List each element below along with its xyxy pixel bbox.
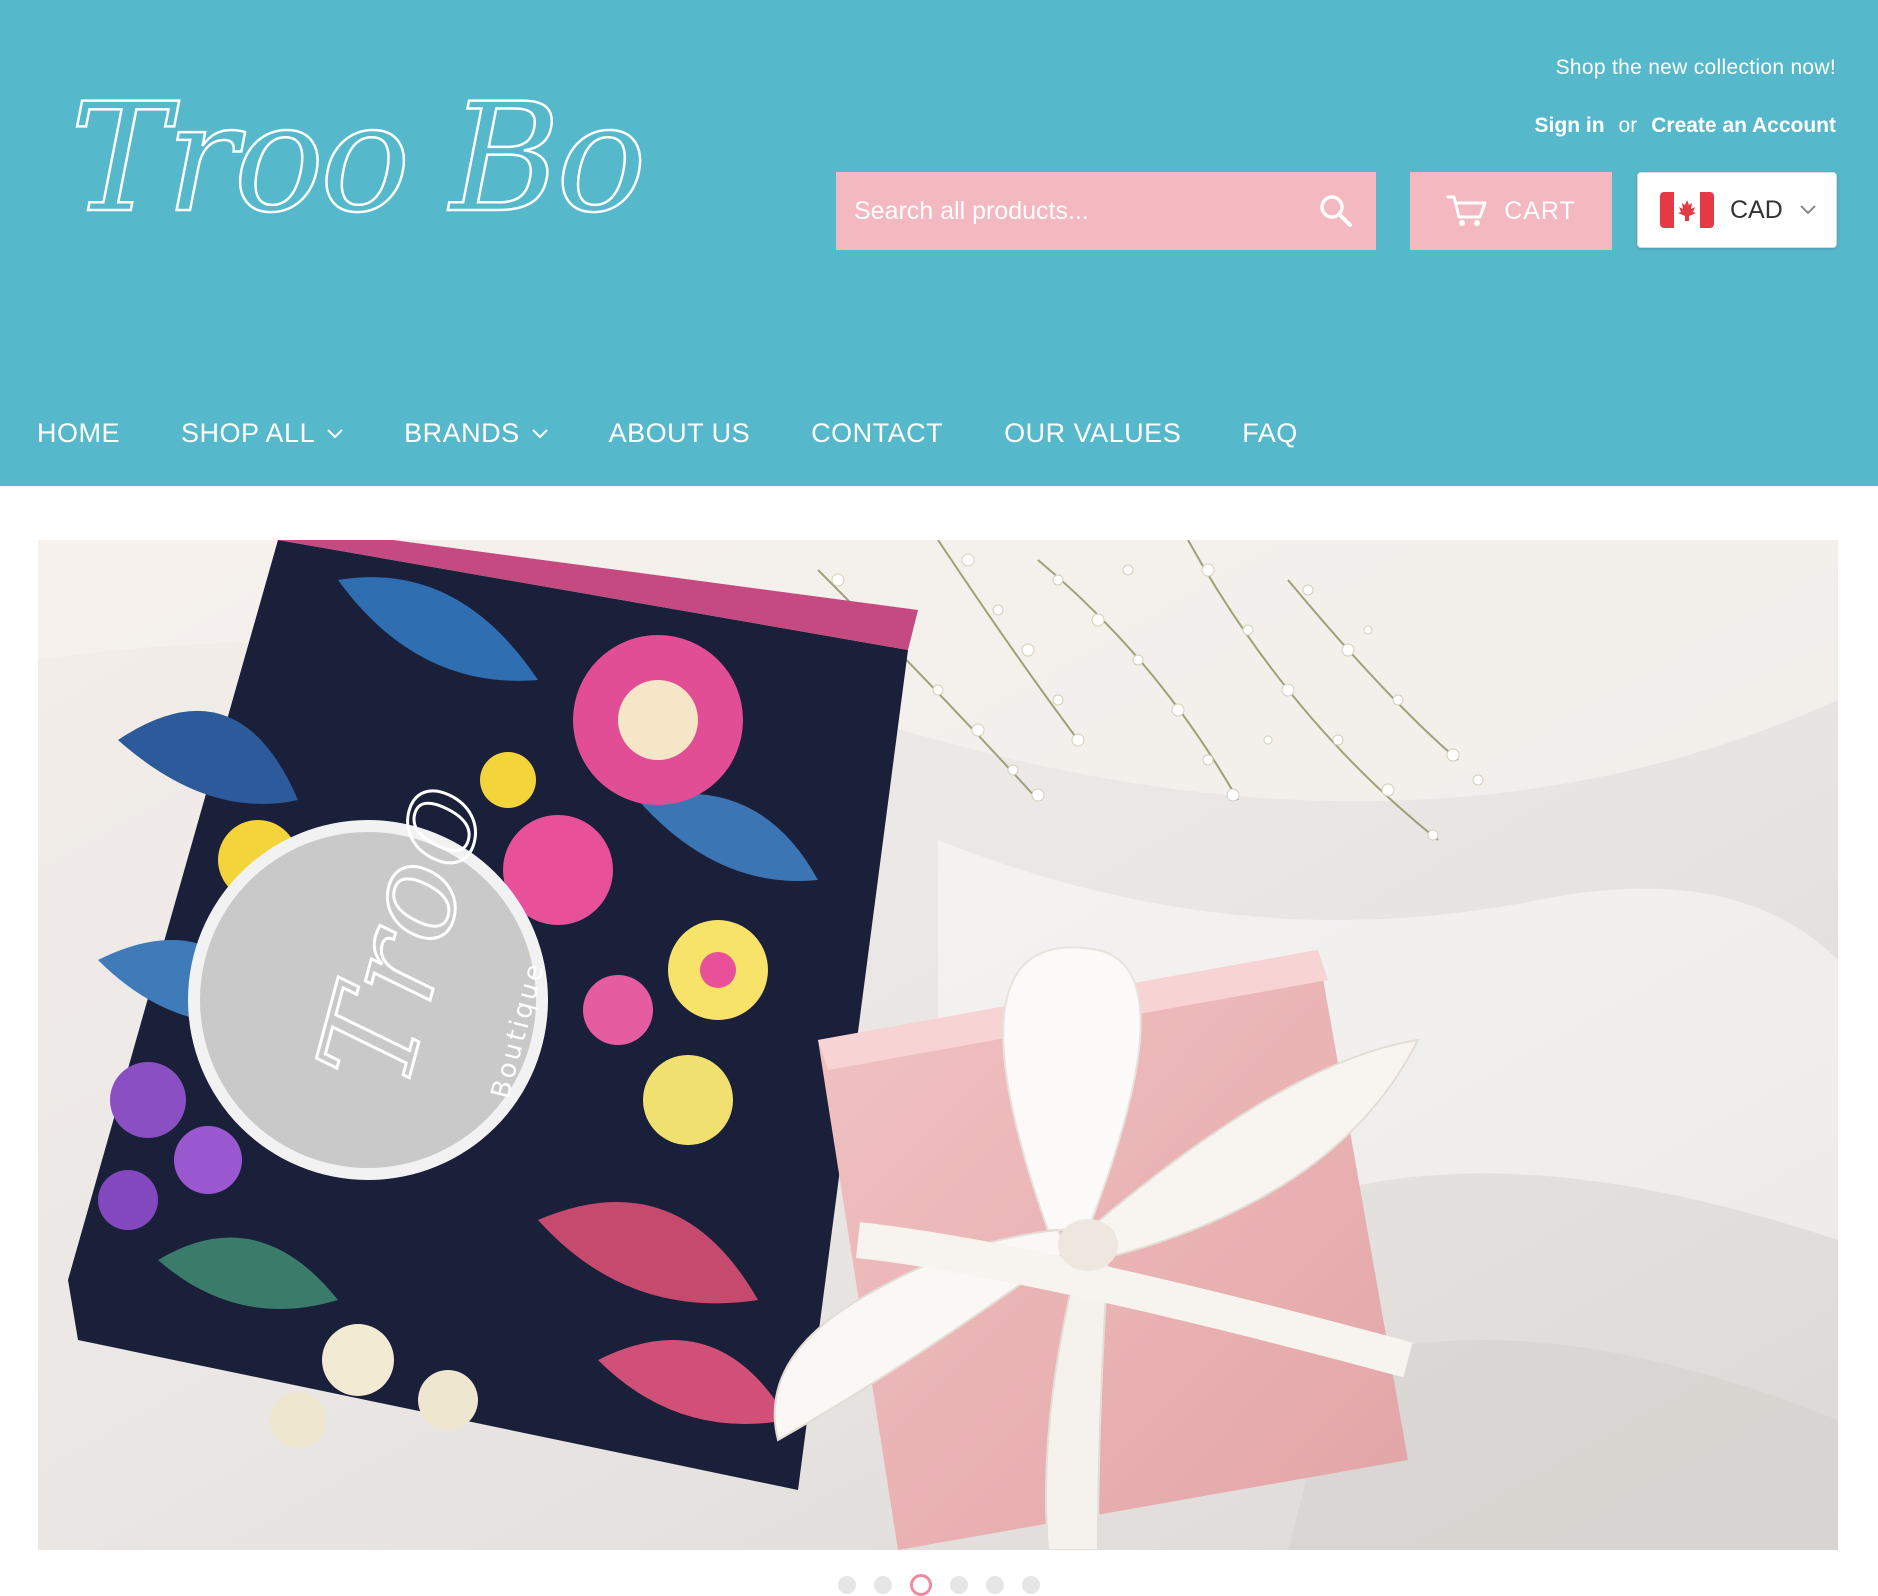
nav-item-label: CONTACT bbox=[811, 418, 944, 448]
slider-dot[interactable] bbox=[950, 1576, 968, 1594]
site-logo[interactable]: Troo Boutique bbox=[69, 40, 1110, 290]
slider-dot-active[interactable] bbox=[910, 1574, 932, 1596]
site-header: Troo Boutique Shop the new collection no… bbox=[0, 0, 1878, 486]
svg-text:Troo Boutique: Troo Boutique bbox=[70, 72, 650, 246]
currency-code: CAD bbox=[1730, 195, 1783, 224]
hero-illustration: Troo Boutique bbox=[38, 540, 1838, 1550]
or-separator: or bbox=[1618, 114, 1638, 137]
header-tagline: Shop the new collection now! bbox=[1555, 56, 1836, 79]
nav-item-home[interactable]: HOME bbox=[37, 418, 120, 449]
nav-item-our-values[interactable]: OUR VALUES bbox=[1004, 418, 1181, 449]
chevron-down-icon bbox=[1800, 205, 1816, 215]
canada-flag-icon bbox=[1660, 192, 1714, 228]
create-account-link[interactable]: Create an Account bbox=[1651, 114, 1836, 138]
slider-dot[interactable] bbox=[986, 1576, 1004, 1594]
nav-item-about-us[interactable]: ABOUT US bbox=[609, 418, 751, 449]
nav-item-label: OUR VALUES bbox=[1004, 418, 1182, 448]
slider-dot[interactable] bbox=[874, 1576, 892, 1594]
cart-label: CART bbox=[1504, 196, 1576, 225]
slider-dot[interactable] bbox=[838, 1576, 856, 1594]
hero-slide-image[interactable]: Troo Boutique bbox=[38, 540, 1838, 1550]
nav-item-label: HOME bbox=[37, 418, 120, 448]
chevron-down-icon bbox=[531, 428, 548, 438]
currency-selector[interactable]: CAD bbox=[1637, 172, 1837, 248]
search-icon bbox=[1320, 195, 1352, 227]
search-button[interactable] bbox=[1296, 172, 1376, 250]
account-links: Sign in or Create an Account bbox=[1535, 114, 1836, 138]
cart-icon bbox=[1446, 195, 1487, 226]
sign-in-link[interactable]: Sign in bbox=[1535, 114, 1605, 138]
slider-dots bbox=[838, 1574, 1040, 1596]
chevron-down-icon bbox=[327, 428, 343, 438]
slider-dot[interactable] bbox=[1022, 1576, 1040, 1594]
nav-item-contact[interactable]: CONTACT bbox=[811, 418, 943, 449]
search-input[interactable] bbox=[836, 172, 1296, 250]
nav-item-label: FAQ bbox=[1242, 418, 1298, 448]
nav-item-shop-all[interactable]: SHOP ALL bbox=[181, 418, 343, 449]
search-form bbox=[836, 172, 1376, 250]
nav-item-label: ABOUT US bbox=[608, 418, 751, 448]
nav-item-faq[interactable]: FAQ bbox=[1242, 418, 1298, 449]
nav-item-brands[interactable]: BRANDS bbox=[404, 418, 548, 449]
main-nav: HOME SHOP ALL BRANDS ABOUT US CONTACT OU… bbox=[37, 418, 1359, 449]
cart-button[interactable]: CART bbox=[1410, 172, 1612, 250]
nav-item-label: BRANDS bbox=[404, 418, 520, 448]
logo-script: Troo Boutique bbox=[69, 71, 1110, 248]
nav-item-label: SHOP ALL bbox=[181, 418, 316, 448]
